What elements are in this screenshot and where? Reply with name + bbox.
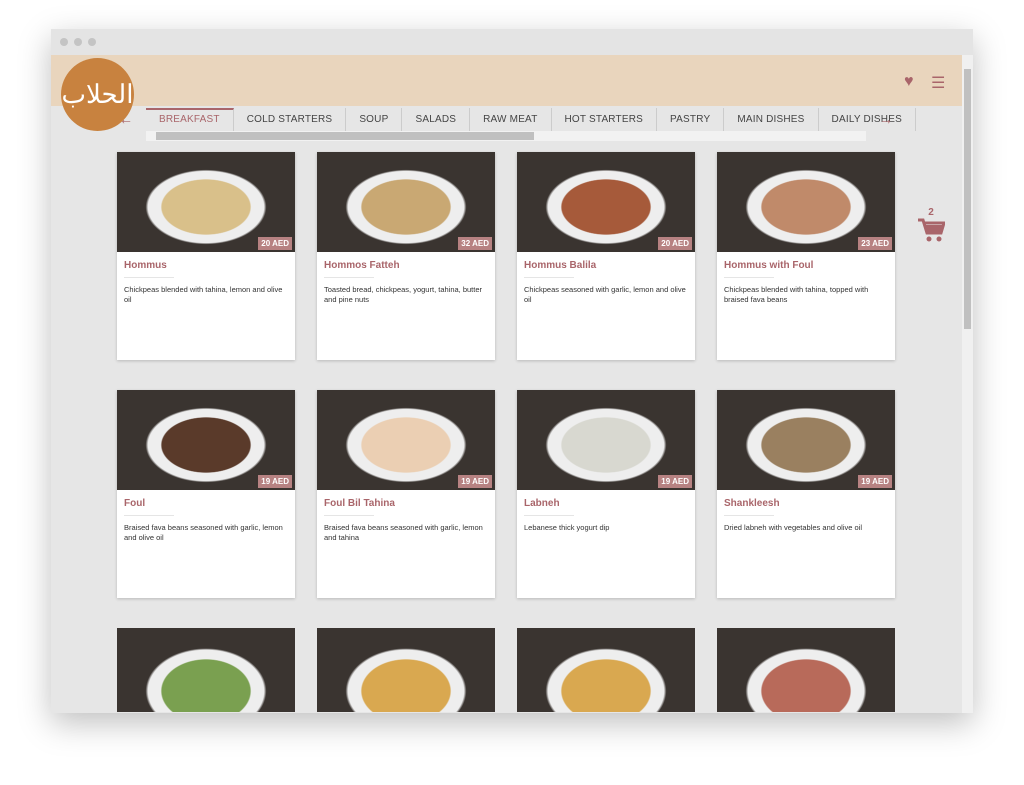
dish-image <box>517 628 695 712</box>
tab-hot-starters[interactable]: HOT STARTERS <box>552 108 658 131</box>
window-dot[interactable] <box>74 38 82 46</box>
dish-description: Braised fava beans seasoned with garlic,… <box>124 523 283 542</box>
divider <box>324 515 374 516</box>
dish-description: Lebanese thick yogurt dip <box>524 523 610 532</box>
cart-count: 2 <box>928 207 934 218</box>
dish-description: Toasted bread, chickpeas, yogurt, tahina… <box>324 285 483 304</box>
divider <box>524 515 574 516</box>
divider <box>524 277 574 278</box>
dish-image: 19 AED <box>517 390 695 490</box>
dish-name: Shankleesh <box>724 498 780 509</box>
tab-soup[interactable]: SOUP <box>346 108 403 131</box>
tabs-scrollbar[interactable] <box>146 131 866 141</box>
menu-item-card[interactable] <box>317 628 495 712</box>
tab-daily-dishes[interactable]: DAILY DISHES <box>819 108 916 131</box>
dish-image: 20 AED <box>517 152 695 252</box>
divider <box>724 277 774 278</box>
dish-name: Foul Bil Tahina <box>324 498 395 509</box>
dish-image <box>317 628 495 712</box>
tab-raw-meat[interactable]: RAW MEAT <box>470 108 552 131</box>
dish-description: Chickpeas blended with tahina, topped wi… <box>724 285 869 304</box>
window-dot[interactable] <box>88 38 96 46</box>
menu-item-card[interactable]: 32 AED Hommos Fatteh Toasted bread, chick… <box>317 152 495 360</box>
menu-item-card[interactable]: 20 AED Hommus Chickpeas blended with tahi… <box>117 152 295 360</box>
menu-item-card[interactable]: 23 AED Hommus with Foul Chickpeas blended… <box>717 152 895 360</box>
dish-name: Labneh <box>524 498 560 509</box>
vertical-scrollbar[interactable] <box>962 55 973 713</box>
dish-image: 32 AED <box>317 152 495 252</box>
dish-image: 19 AED <box>317 390 495 490</box>
dish-image: 19 AED <box>117 390 295 490</box>
window-dot[interactable] <box>60 38 68 46</box>
menu-item-card[interactable] <box>717 628 895 712</box>
price-badge: 19 AED <box>458 475 492 488</box>
divider <box>124 515 174 516</box>
dish-name: Hommus <box>124 260 167 271</box>
dish-name: Hommus with Foul <box>724 260 814 271</box>
tab-cold-starters[interactable]: COLD STARTERS <box>234 108 347 131</box>
divider <box>724 515 774 516</box>
heart-icon[interactable]: ♥ <box>904 73 914 91</box>
menu-item-card[interactable]: 19 AED Shankleesh Dried labneh with veget… <box>717 390 895 598</box>
dish-description: Dried labneh with vegetables and olive o… <box>724 523 863 532</box>
category-tabs: BREAKFAST COLD STARTERS SOUP SALADS RAW MEAT… <box>146 108 916 131</box>
dish-description: Braised fava beans seasoned with garlic,… <box>324 523 483 542</box>
menu-icon[interactable]: ☰ <box>931 73 945 93</box>
title-bar <box>51 29 973 55</box>
cart-button[interactable]: 2 <box>917 207 947 249</box>
price-badge: 19 AED <box>658 475 692 488</box>
dish-image <box>717 628 895 712</box>
tab-breakfast[interactable]: BREAKFAST <box>146 108 234 131</box>
menu-item-card[interactable]: 20 AED Hommus Balila Chickpeas seasoned w… <box>517 152 695 360</box>
divider <box>324 277 374 278</box>
dish-image: 23 AED <box>717 152 895 252</box>
price-badge: 20 AED <box>658 237 692 250</box>
dish-name: Hommus Balila <box>524 260 597 271</box>
price-badge: 19 AED <box>258 475 292 488</box>
arrow-right-icon[interactable]: → <box>879 111 893 127</box>
divider <box>124 277 174 278</box>
tab-pastry[interactable]: PASTRY <box>657 108 725 131</box>
tab-salads[interactable]: SALADS <box>402 108 471 131</box>
price-badge: 23 AED <box>858 237 892 250</box>
dish-description: Chickpeas blended with tahina, lemon and… <box>124 285 283 304</box>
price-badge: 32 AED <box>458 237 492 250</box>
menu-item-card[interactable]: 19 AED Labneh Lebanese thick yogurt dip <box>517 390 695 598</box>
tab-main-dishes[interactable]: MAIN DISHES <box>724 108 819 131</box>
dish-description: Chickpeas seasoned with garlic, lemon an… <box>524 285 686 304</box>
dish-image: 19 AED <box>717 390 895 490</box>
dish-image: 20 AED <box>117 152 295 252</box>
dish-image <box>117 628 295 712</box>
menu-item-card[interactable] <box>517 628 695 712</box>
logo[interactable]: الحلاب <box>61 58 134 131</box>
menu-item-card[interactable]: 19 AED Foul Braised fava beans seasoned w… <box>117 390 295 598</box>
browser-window: ♥ ☰ الحلاب ← BREAKFAST COLD STARTERS SOUP S… <box>51 29 973 713</box>
price-badge: 20 AED <box>258 237 292 250</box>
page: ♥ ☰ الحلاب ← BREAKFAST COLD STARTERS SOUP S… <box>51 55 962 713</box>
dish-name: Hommos Fatteh <box>324 260 400 271</box>
price-badge: 19 AED <box>858 475 892 488</box>
dish-name: Foul <box>124 498 146 509</box>
header: ♥ ☰ <box>51 55 962 106</box>
menu-item-card[interactable] <box>117 628 295 712</box>
menu-item-card[interactable]: 19 AED Foul Bil Tahina Braised fava beans… <box>317 390 495 598</box>
scrollbar-thumb[interactable] <box>156 132 534 140</box>
scrollbar-thumb[interactable] <box>964 69 971 329</box>
cart-icon <box>918 218 947 242</box>
